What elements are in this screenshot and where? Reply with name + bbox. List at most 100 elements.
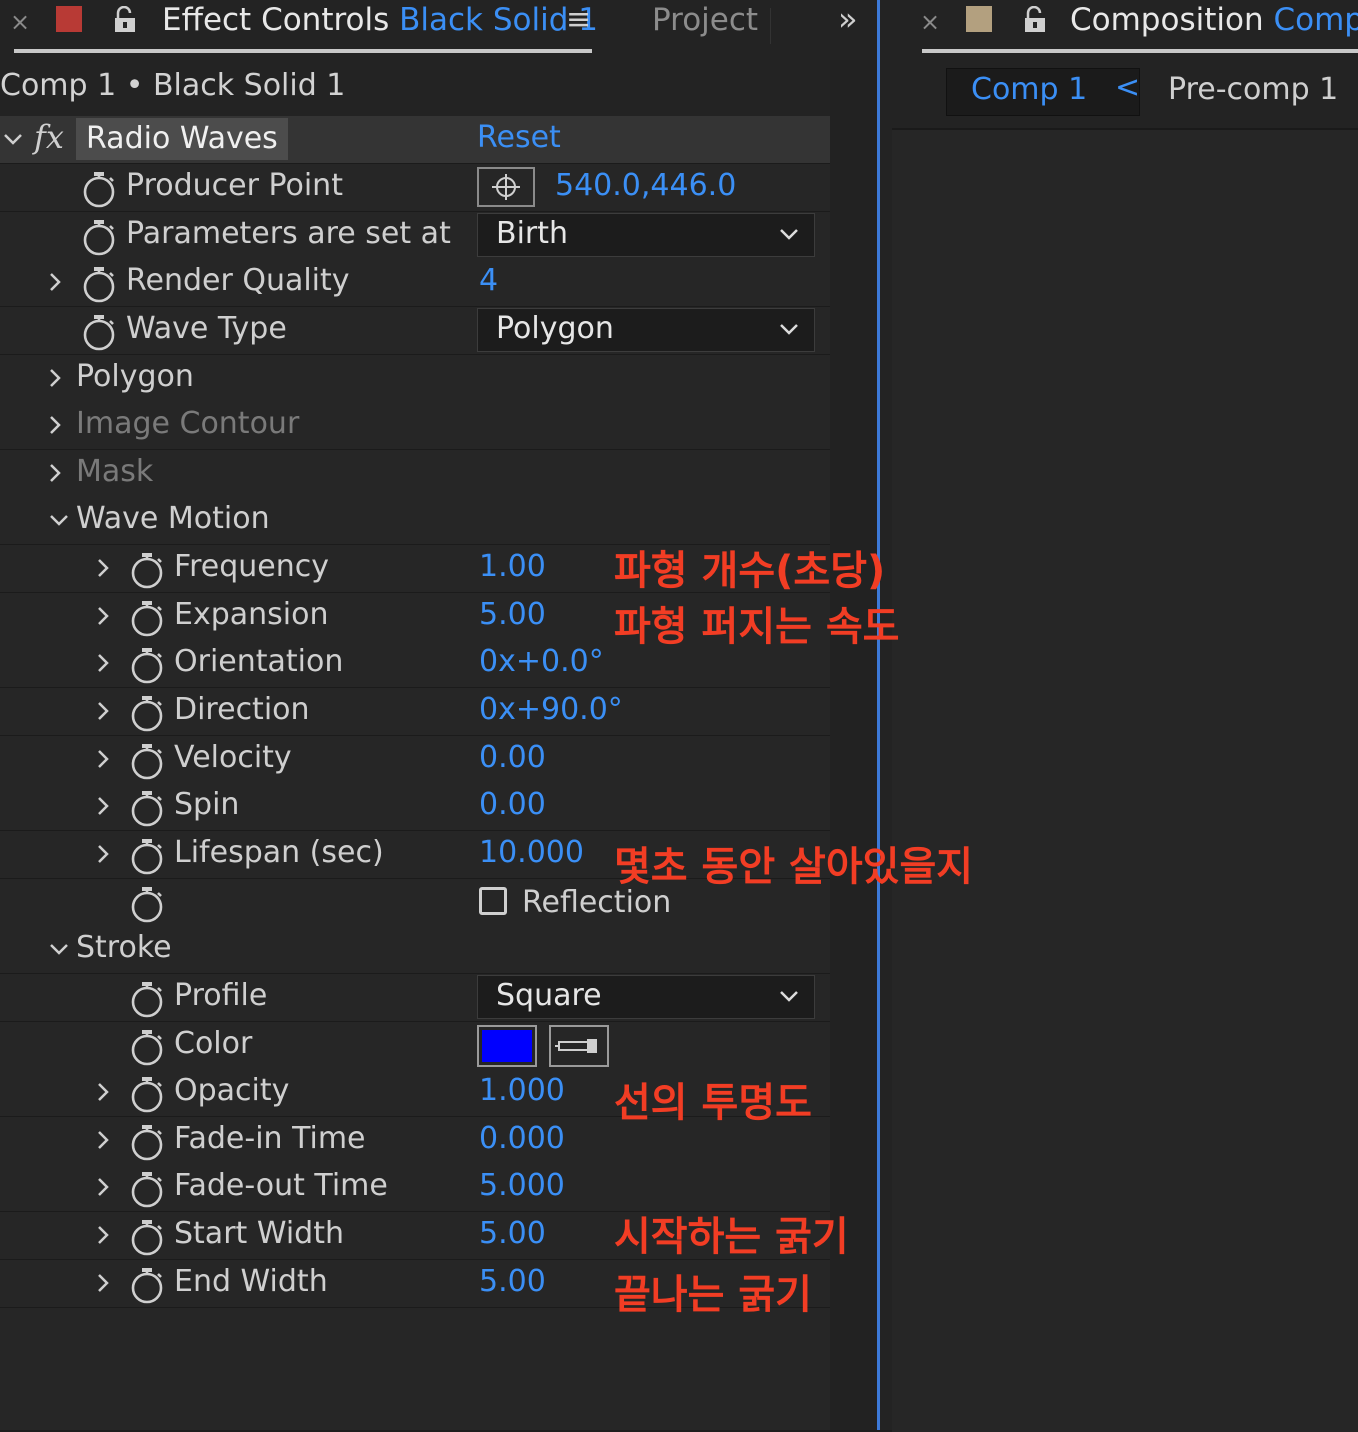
effect-header-row[interactable]: fx Radio Waves Reset bbox=[0, 116, 830, 164]
effect-name-box[interactable]: Radio Waves bbox=[76, 118, 288, 160]
chevron-right-icon[interactable] bbox=[92, 748, 114, 770]
layer-color-swatch bbox=[56, 6, 82, 32]
profile-dropdown[interactable]: Square bbox=[477, 975, 815, 1019]
param-value[interactable]: 4 bbox=[479, 263, 498, 298]
param-value[interactable]: 0.000 bbox=[479, 1121, 565, 1156]
reflection-checkbox[interactable] bbox=[479, 887, 507, 915]
param-value[interactable]: 10.000 bbox=[479, 835, 584, 870]
stopwatch-icon[interactable] bbox=[130, 980, 164, 1018]
chevron-right-icon[interactable] bbox=[92, 605, 114, 627]
chevron-right-icon[interactable] bbox=[44, 462, 66, 484]
dropdown-value: Birth bbox=[496, 216, 569, 251]
chevron-down-icon[interactable] bbox=[2, 128, 24, 150]
param-value[interactable]: 0.00 bbox=[479, 740, 546, 775]
group-row-image-contour[interactable]: Image Contour bbox=[0, 402, 830, 450]
composition-tab[interactable]: Composition Comp 1 bbox=[1070, 2, 1358, 38]
active-tab-indicator bbox=[922, 49, 1358, 53]
color-swatch-button[interactable] bbox=[477, 1025, 537, 1067]
eyedropper-button[interactable] bbox=[549, 1025, 609, 1067]
param-value[interactable]: 0x+90.0° bbox=[479, 692, 623, 727]
lock-icon[interactable] bbox=[112, 6, 138, 34]
group-row-mask[interactable]: Mask bbox=[0, 450, 830, 498]
dropdown-value: Polygon bbox=[496, 311, 614, 346]
overflow-tabs-icon[interactable]: » bbox=[838, 0, 858, 38]
panel-menu-icon[interactable]: ≡ bbox=[566, 2, 591, 37]
empty-panel-area bbox=[0, 1308, 830, 1430]
composition-viewer[interactable] bbox=[892, 128, 1358, 1432]
param-row-parameters-set-at: Parameters are set at Birth bbox=[0, 212, 830, 260]
chevron-right-icon[interactable] bbox=[44, 271, 66, 293]
group-row-stroke[interactable]: Stroke bbox=[0, 926, 830, 974]
stopwatch-icon[interactable] bbox=[130, 789, 164, 827]
precomp-tab[interactable]: Pre-comp 1 bbox=[1168, 72, 1338, 107]
point-picker-button[interactable] bbox=[477, 167, 535, 207]
stopwatch-icon[interactable] bbox=[130, 1170, 164, 1208]
stopwatch-icon[interactable] bbox=[130, 837, 164, 875]
param-label: Fade-in Time bbox=[174, 1121, 366, 1156]
parameters-set-at-dropdown[interactable]: Birth bbox=[477, 213, 815, 257]
dropdown-value: Square bbox=[496, 978, 602, 1013]
chevron-right-icon[interactable] bbox=[44, 367, 66, 389]
stopwatch-icon[interactable] bbox=[130, 599, 164, 637]
wave-type-dropdown[interactable]: Polygon bbox=[477, 308, 815, 352]
chevron-right-icon[interactable] bbox=[92, 1176, 114, 1198]
stopwatch-icon[interactable] bbox=[130, 1028, 164, 1066]
tab-title-comp: Comp 1 bbox=[1273, 2, 1358, 38]
group-row-polygon[interactable]: Polygon bbox=[0, 355, 830, 403]
chevron-right-icon[interactable] bbox=[92, 1129, 114, 1151]
chevron-right-icon[interactable] bbox=[92, 1224, 114, 1246]
stopwatch-icon[interactable] bbox=[130, 646, 164, 684]
stopwatch-icon[interactable] bbox=[82, 265, 116, 303]
param-value[interactable]: 5.00 bbox=[479, 597, 546, 632]
chevron-right-icon[interactable] bbox=[92, 652, 114, 674]
stopwatch-icon[interactable] bbox=[130, 1075, 164, 1113]
chevron-right-icon[interactable] bbox=[92, 1081, 114, 1103]
param-value[interactable]: 1.000 bbox=[479, 1073, 565, 1108]
stopwatch-icon[interactable] bbox=[130, 551, 164, 589]
effect-name: Radio Waves bbox=[86, 121, 278, 156]
stopwatch-icon[interactable] bbox=[130, 742, 164, 780]
reset-link[interactable]: Reset bbox=[477, 120, 561, 155]
param-value[interactable]: 0.00 bbox=[479, 787, 546, 822]
stopwatch-icon[interactable] bbox=[82, 218, 116, 256]
chevron-right-icon[interactable] bbox=[92, 1272, 114, 1294]
stopwatch-icon[interactable] bbox=[82, 170, 116, 208]
stopwatch-icon[interactable] bbox=[130, 1218, 164, 1256]
group-label: Wave Motion bbox=[76, 501, 270, 536]
lock-icon[interactable] bbox=[1022, 6, 1048, 34]
stopwatch-icon[interactable] bbox=[130, 885, 164, 923]
close-tab-button[interactable]: × bbox=[920, 8, 940, 36]
chevron-right-icon[interactable] bbox=[92, 557, 114, 579]
effect-controls-tab-bar: × Effect Controls Black Solid 1 ≡ Projec… bbox=[0, 0, 878, 60]
param-label: Wave Type bbox=[126, 311, 287, 346]
param-label: Producer Point bbox=[126, 168, 343, 203]
stopwatch-icon[interactable] bbox=[130, 1123, 164, 1161]
chevron-right-icon[interactable] bbox=[92, 843, 114, 865]
param-value[interactable]: 1.00 bbox=[479, 549, 546, 584]
fx-icon[interactable]: fx bbox=[34, 118, 64, 156]
close-tab-button[interactable]: × bbox=[10, 8, 30, 36]
param-value[interactable]: 5.000 bbox=[479, 1168, 565, 1203]
chevron-down-icon[interactable] bbox=[48, 938, 70, 960]
annotation-end-width: 끝나는 굵기 bbox=[614, 1272, 812, 1318]
group-label: Polygon bbox=[76, 359, 194, 394]
chevron-right-icon[interactable] bbox=[92, 795, 114, 817]
project-tab[interactable]: Project bbox=[652, 2, 758, 38]
chevron-right-icon[interactable] bbox=[92, 700, 114, 722]
stopwatch-icon[interactable] bbox=[130, 1266, 164, 1304]
param-value[interactable]: 0x+0.0° bbox=[479, 644, 604, 679]
param-value[interactable]: 540.0,446.0 bbox=[555, 168, 736, 203]
param-label: Opacity bbox=[174, 1073, 290, 1108]
active-tab-indicator bbox=[14, 49, 592, 53]
comp-1-flowchart-tab[interactable]: Comp 1 < bbox=[946, 68, 1140, 116]
stopwatch-icon[interactable] bbox=[130, 694, 164, 732]
chevron-down-icon[interactable] bbox=[48, 509, 70, 531]
chevron-right-icon[interactable] bbox=[44, 414, 66, 436]
group-label: Stroke bbox=[76, 930, 172, 965]
stopwatch-icon[interactable] bbox=[82, 313, 116, 351]
param-value[interactable]: 5.00 bbox=[479, 1216, 546, 1251]
chevron-left-icon[interactable]: < bbox=[1115, 70, 1140, 105]
param-row-color: Color bbox=[0, 1022, 830, 1070]
param-value[interactable]: 5.00 bbox=[479, 1264, 546, 1299]
effect-controls-tab[interactable]: Effect Controls Black Solid 1 bbox=[162, 2, 598, 38]
